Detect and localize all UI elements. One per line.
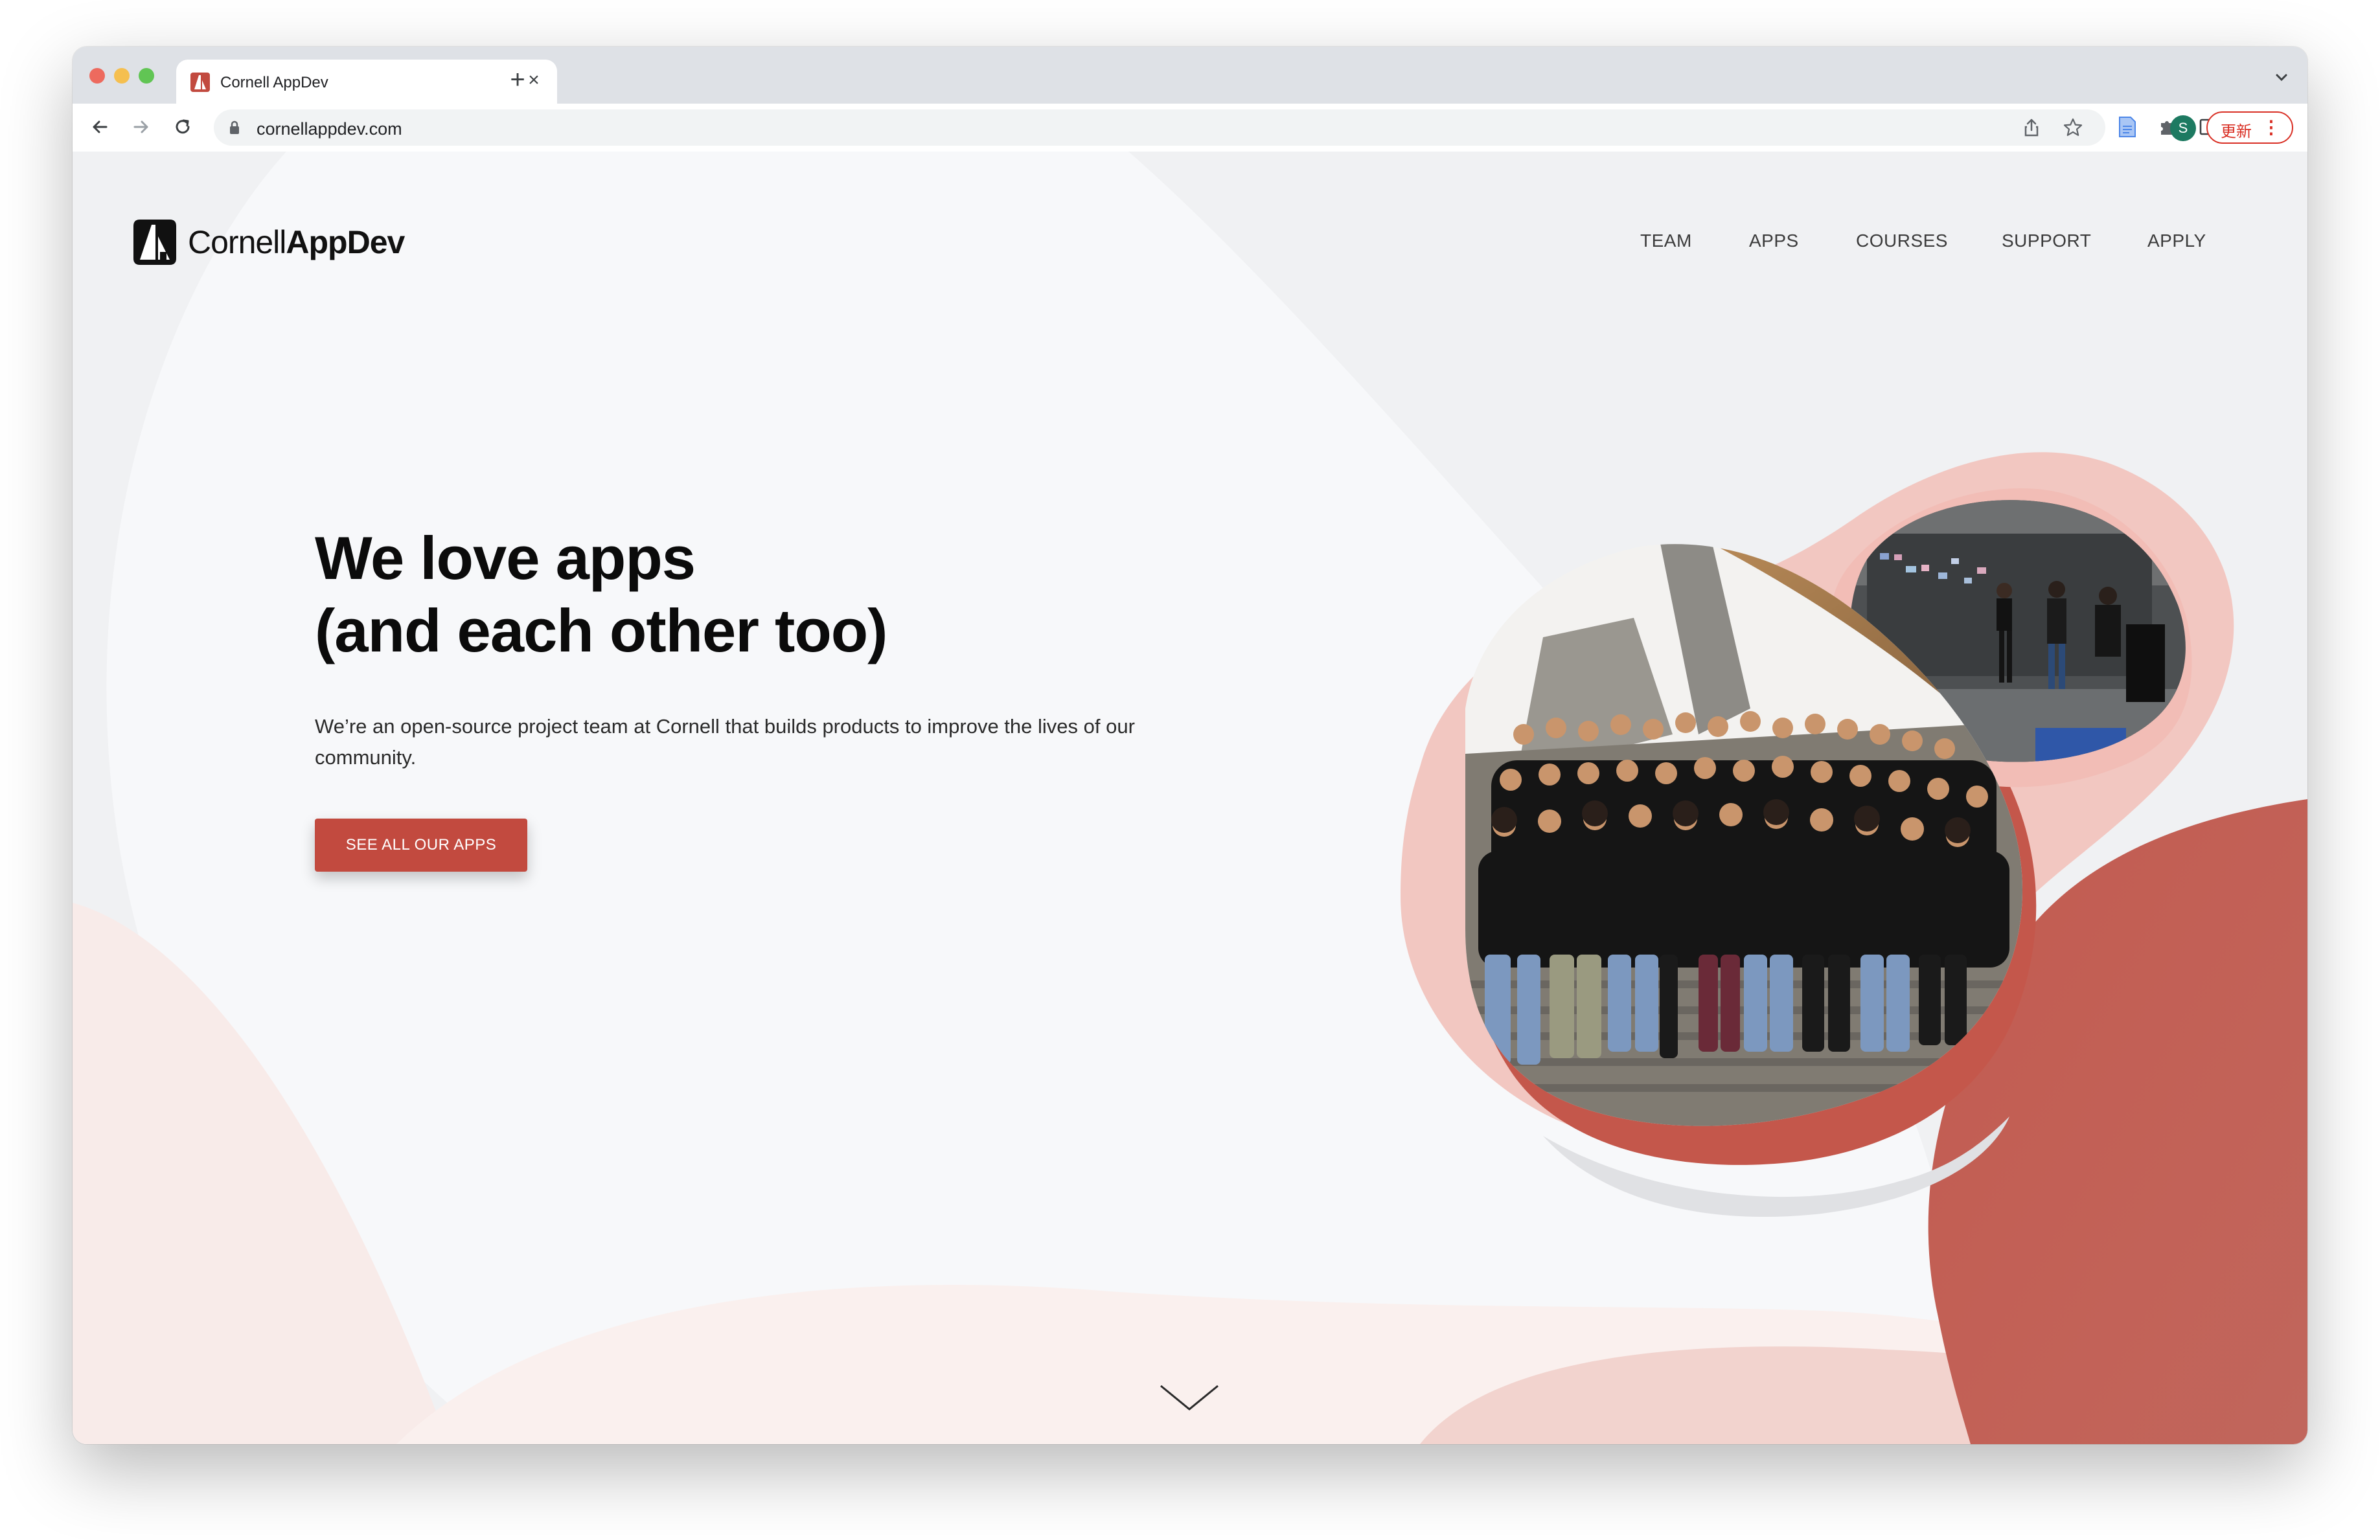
nav-apply[interactable]: APPLY (2147, 231, 2206, 251)
back-button[interactable] (86, 113, 114, 141)
see-all-apps-button[interactable]: SEE ALL OUR APPS (315, 819, 527, 872)
hero-headline: We love apps (and each other too) (315, 522, 887, 667)
team-group-photo (1465, 544, 2022, 1126)
update-button[interactable]: 更新 ⋮ (2206, 111, 2293, 144)
lock-icon (230, 120, 239, 134)
nav-courses[interactable]: COURSES (1856, 231, 1948, 251)
tab-title: Cornell AppDev (220, 74, 328, 91)
browser-toolbar: cornellappdev.com S 更新 ⋮ (73, 104, 2307, 152)
logo-prefix: Cornell (188, 224, 286, 260)
tab-cornell-appdev[interactable]: Cornell AppDev × (176, 60, 557, 104)
close-window-button[interactable] (89, 68, 105, 84)
nav-apps[interactable]: APPS (1749, 231, 1799, 251)
appdev-logo-icon (133, 220, 176, 265)
new-tab-button[interactable]: + (501, 63, 534, 96)
chevron-down-icon[interactable] (1158, 1382, 1220, 1414)
back-arrow-icon (93, 120, 108, 133)
appdev-favicon-icon (190, 73, 210, 92)
profile-avatar[interactable]: S (2170, 115, 2196, 141)
reload-icon (176, 119, 190, 134)
logo-wordmark: CornellAppDev (188, 223, 405, 261)
address-bar[interactable]: cornellappdev.com (214, 109, 2105, 146)
browser-window: Cornell AppDev × + cornellappdev.com S 更… (73, 47, 2307, 1444)
tab-search-icon[interactable] (2270, 66, 2293, 89)
update-label: 更新 (2221, 122, 2252, 141)
docs-extension-button[interactable] (2113, 113, 2142, 141)
appdev-logo[interactable]: CornellAppDev (133, 219, 405, 266)
forward-arrow-icon (133, 120, 148, 133)
nav-team[interactable]: TEAM (1640, 231, 1692, 251)
zoom-window-button[interactable] (139, 68, 154, 84)
url-text: cornellappdev.com (257, 119, 402, 139)
minimize-window-button[interactable] (114, 68, 130, 84)
page-content: CornellAppDev TEAM APPS COURSES SUPPORT … (73, 152, 2307, 1444)
hero-headline-line-2: (and each other too) (315, 596, 887, 664)
share-icon[interactable] (2021, 117, 2042, 138)
reload-button[interactable] (168, 113, 197, 141)
nav-support[interactable]: SUPPORT (2002, 231, 2091, 251)
document-icon (2119, 117, 2136, 137)
logo-suffix: AppDev (286, 224, 405, 260)
hero-intro: We’re an open-source project team at Cor… (315, 715, 1135, 769)
hero-headline-line-1: We love apps (315, 524, 696, 592)
more-menu-icon: ⋮ (2262, 117, 2280, 137)
tab-strip: Cornell AppDev × + (73, 47, 2307, 104)
star-icon[interactable] (2063, 117, 2083, 138)
forward-button[interactable] (127, 113, 155, 141)
